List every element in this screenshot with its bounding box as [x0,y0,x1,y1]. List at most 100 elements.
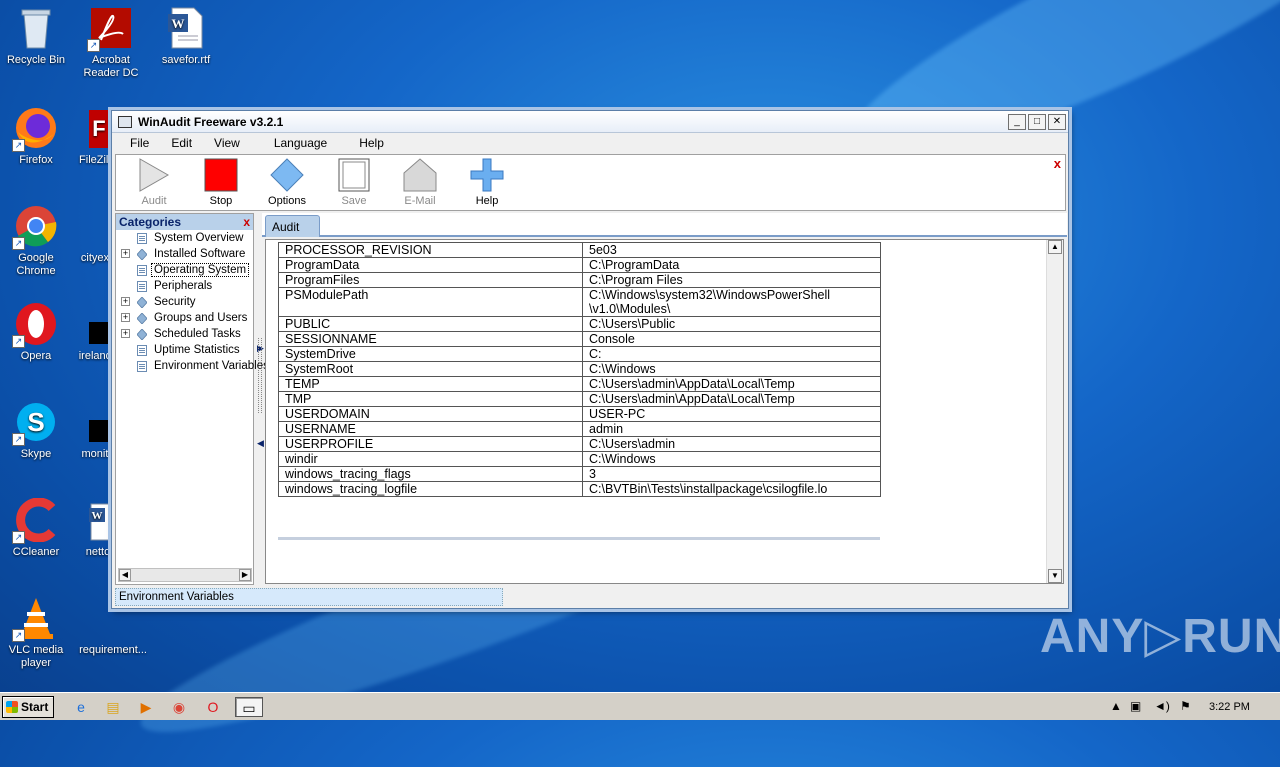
stop-button[interactable]: Stop [191,157,251,207]
acrobat-icon: ↗ [87,6,133,52]
maximize-button[interactable]: □ [1028,113,1046,130]
scroll-up-arrow-icon[interactable]: ▲ [1048,240,1062,254]
category-label: Uptime Statistics [154,344,240,356]
desktop-icon-firefox[interactable]: ↗ Firefox [0,100,74,167]
category-label: Groups and Users [154,312,248,324]
toolbar-close-icon[interactable]: x [1054,156,1061,171]
scroll-down-arrow-icon[interactable]: ▼ [1048,569,1062,583]
variable-name-cell: USERNAME [278,421,583,437]
clock[interactable]: 3:22 PM [1209,693,1250,721]
expand-plus-icon[interactable]: + [121,329,130,338]
category-item[interactable]: + Installed Software [116,246,253,262]
desktop-icon-savefor[interactable]: W savefor.rtf [148,0,224,67]
opera-icon[interactable]: O [202,697,224,717]
desktop-icon-ccleaner[interactable]: ↗ CCleaner [0,492,74,559]
show-hidden-icons-icon[interactable]: ▲ [1110,699,1122,713]
category-item[interactable]: System Overview [116,230,253,246]
vertical-scrollbar[interactable]: ▲ ▼ [1046,240,1063,583]
menu-bar: File Edit View Language Help [112,133,1068,153]
help-button[interactable]: Help [457,157,517,207]
page-icon [137,281,147,292]
explorer-icon[interactable]: ▤ [102,697,124,717]
title-bar[interactable]: WinAudit Freeware v3.2.1 _ □ ✕ [112,111,1068,133]
word-doc-icon: W [164,6,208,50]
desktop-icon-opera[interactable]: ↗ Opera [0,296,74,363]
ie-icon[interactable]: e [70,697,92,717]
category-item[interactable]: + Scheduled Tasks [116,326,253,342]
desktop-icon-skype[interactable]: S ↗ Skype [0,394,74,461]
desktop-icon-chrome[interactable]: ↗ Google Chrome [0,198,74,278]
start-button[interactable]: Start [2,696,54,718]
category-item[interactable]: Peripherals [116,278,253,294]
winaudit-app-icon [118,115,132,128]
firefox-icon: ↗ [12,106,58,152]
opera-icon: ↗ [12,302,58,348]
desktop-icon-recycle-bin[interactable]: Recycle Bin [0,0,74,67]
expand-plus-icon[interactable]: + [121,249,130,258]
variable-value-cell: C:\Windows [582,361,881,377]
recycle-bin-icon [14,6,58,50]
variable-name-cell: PUBLIC [278,316,583,332]
category-label: Scheduled Tasks [154,328,241,340]
menu-help[interactable]: Help [359,136,384,150]
file-icon [87,204,111,248]
menu-view[interactable]: View [214,136,240,150]
status-bar: Environment Variables [115,588,503,606]
variable-name-cell: ProgramFiles [278,272,583,288]
variable-value-cell: C:\Users\admin\AppData\Local\Temp [582,391,881,407]
page-icon [137,265,147,276]
expand-plus-icon[interactable]: + [121,313,130,322]
menu-file[interactable]: File [130,136,149,150]
report-view: PROCESSOR_REVISION 5e03 ProgramData C:\Prog… [265,239,1064,584]
expand-plus-icon[interactable]: + [121,297,130,306]
save-button[interactable]: Save [324,157,384,207]
table-row: ProgramData C:\ProgramData [278,257,881,273]
svg-text:W: W [172,16,185,31]
chrome-icon[interactable]: ◉ [168,697,190,717]
options-button[interactable]: Options [257,157,317,207]
desktop-icon-vlc[interactable]: ↗ VLC media player [0,590,74,670]
network-icon[interactable]: ▣ [1130,699,1141,713]
winaudit-icon[interactable]: ▭ [235,697,263,717]
diamond-icon [136,248,148,261]
menu-language[interactable]: Language [274,136,327,150]
tab-audit[interactable]: Audit [265,215,320,237]
system-tray: ▲ ▣ ◄) ⚑ [1100,695,1278,719]
table-row: SESSIONNAME Console [278,331,881,347]
audit-button[interactable]: Audit [124,157,184,207]
close-button[interactable]: ✕ [1048,113,1066,130]
panel-splitter[interactable]: ▶ ◀ [255,213,265,585]
file-icon [87,400,111,444]
variable-name-cell: windows_tracing_flags [278,466,583,482]
variable-name-cell: PROCESSOR_REVISION [278,242,583,258]
table-row: SystemRoot C:\Windows [278,361,881,377]
scroll-right-arrow-icon[interactable]: ▶ [239,569,251,581]
category-label: Installed Software [154,248,246,260]
scroll-left-arrow-icon[interactable]: ◀ [119,569,131,581]
variable-value-cell: C:\Windows\system32\WindowsPowerShell \v… [582,287,881,317]
email-button[interactable]: E-Mail [390,157,450,207]
table-row: USERDOMAIN USER-PC [278,406,881,422]
menu-edit[interactable]: Edit [171,136,192,150]
variable-value-cell: C:\Users\admin [582,436,881,452]
table-row: PUBLIC C:\Users\Public [278,316,881,332]
window-title: WinAudit Freeware v3.2.1 [138,114,284,129]
category-item[interactable]: Operating System [116,262,253,278]
toolbar: Audit Stop Options Save E-Mail Help x [115,154,1066,211]
collapse-arrow-icon[interactable]: ◀ [257,438,264,449]
media-player-icon[interactable]: ▶ [135,697,157,717]
category-item[interactable]: Environment Variables [116,358,269,374]
skype-icon: S ↗ [12,400,58,446]
horizontal-scrollbar[interactable]: ◀ ▶ [118,568,252,582]
category-item[interactable]: + Security [116,294,253,310]
tab-strip: Audit [262,213,1067,237]
category-item[interactable]: Uptime Statistics [116,342,253,358]
categories-close-icon[interactable]: x [243,214,250,230]
variable-value-cell: C:\Program Files [582,272,881,288]
volume-icon[interactable]: ◄) [1154,699,1170,713]
category-item[interactable]: + Groups and Users [116,310,253,326]
action-center-flag-icon[interactable]: ⚑ [1180,699,1191,713]
minimize-button[interactable]: _ [1008,113,1026,130]
variable-name-cell: windows_tracing_logfile [278,481,583,497]
desktop-icon-acrobat[interactable]: ↗ Acrobat Reader DC [73,0,149,80]
